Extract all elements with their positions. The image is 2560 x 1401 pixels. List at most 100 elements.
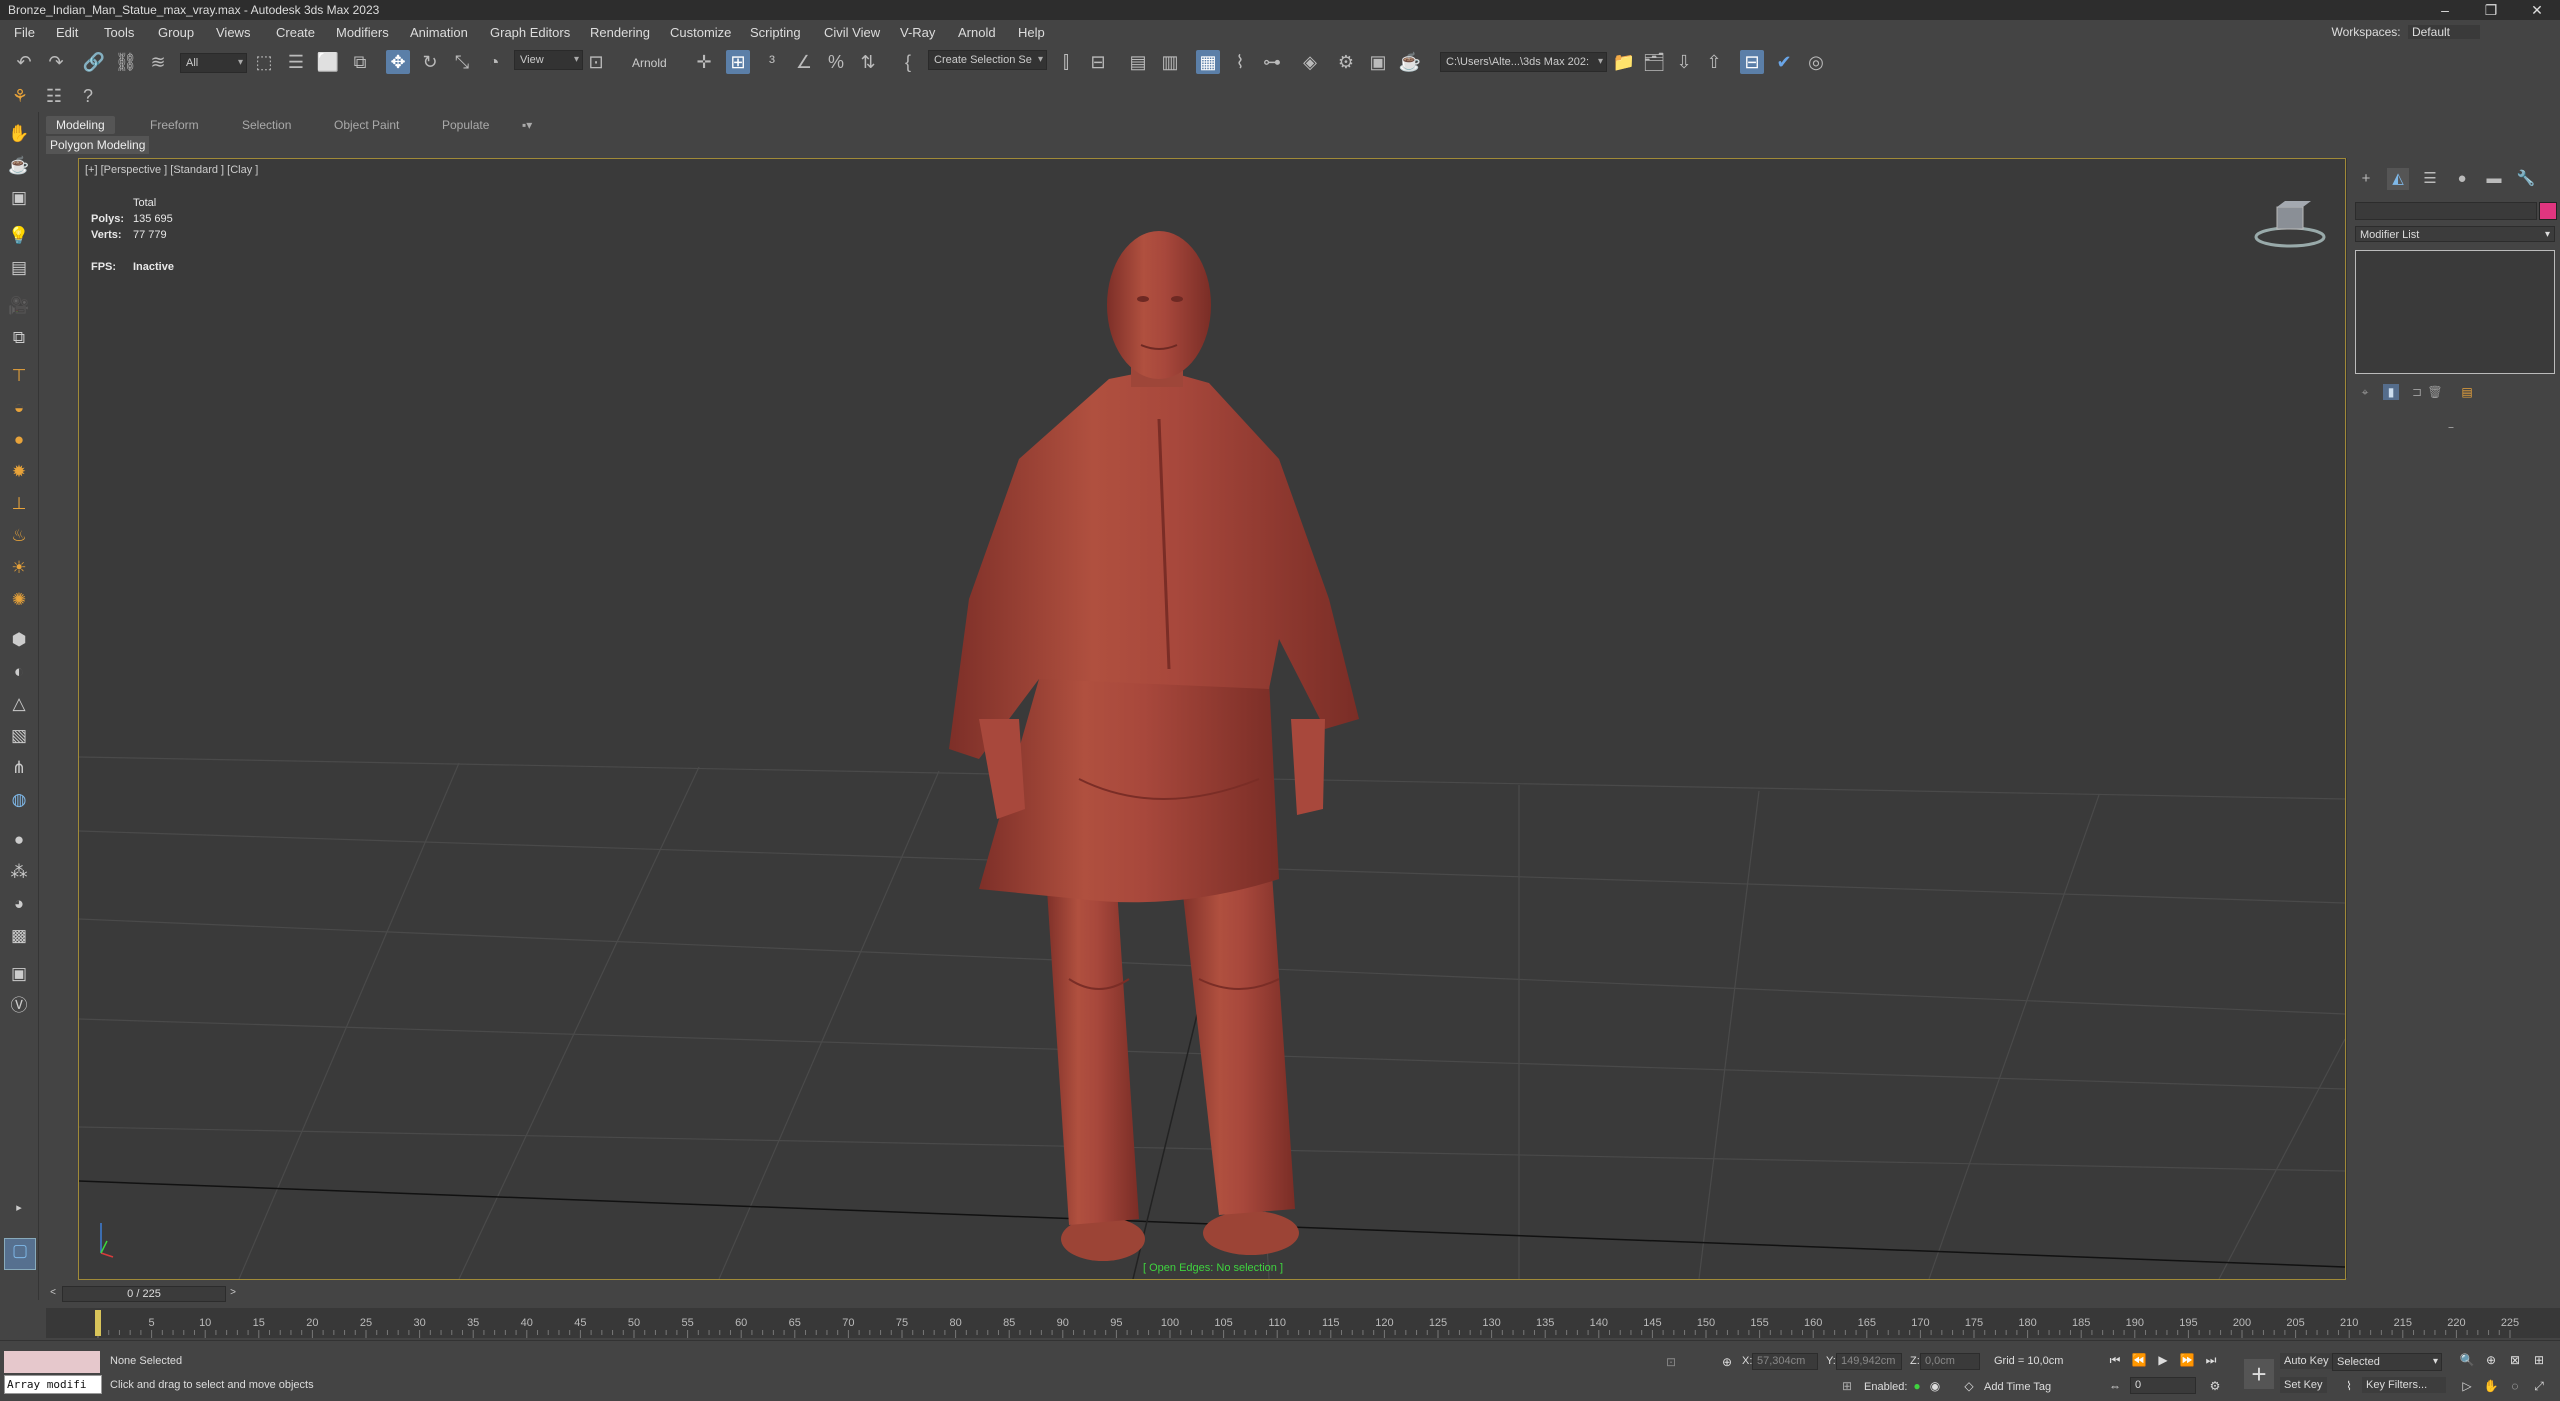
create-tab-icon[interactable]: + — [2355, 168, 2377, 190]
workspace-selector[interactable]: Workspaces: Default — [2331, 25, 2480, 39]
schematic-view-icon[interactable]: ⊶ — [1260, 50, 1284, 74]
named-selection-dropdown[interactable]: Create Selection Se — [928, 50, 1047, 70]
zoom-extents-all-icon[interactable]: ⊞ — [2530, 1351, 2548, 1369]
camera-icon[interactable]: 🎥 — [7, 294, 31, 318]
perspective-viewport[interactable]: [+] [Perspective ] [Standard ] [Clay ] T… — [78, 158, 2346, 1280]
spotlight-icon[interactable]: ⊤ — [7, 364, 31, 388]
configure-modifier-sets-icon[interactable]: ▤ — [2459, 384, 2475, 400]
modifier-stack[interactable] — [2355, 250, 2555, 374]
redo-icon[interactable]: ↷ — [44, 50, 68, 74]
render-icon[interactable]: ▣ — [7, 186, 31, 210]
motion-tab-icon[interactable]: ● — [2451, 168, 2473, 190]
time-slider-next-icon[interactable]: > — [226, 1286, 240, 1300]
key-filters-button[interactable]: Key Filters... — [2362, 1377, 2446, 1393]
modify-tab-icon[interactable]: ◭ — [2387, 168, 2409, 190]
statue-model[interactable] — [949, 231, 1359, 1261]
pin-stack-icon[interactable]: ⌖ — [2357, 384, 2373, 400]
zoom-all-icon[interactable]: ⊕ — [2482, 1351, 2500, 1369]
object-name-field[interactable] — [2355, 202, 2537, 220]
current-frame-field[interactable]: 0 — [2130, 1377, 2196, 1394]
menu-rendering[interactable]: Rendering — [590, 25, 650, 40]
menu-animation[interactable]: Animation — [410, 25, 468, 40]
selection-filter-dropdown[interactable]: All — [180, 53, 247, 73]
expand-viewport-layout-icon[interactable]: ▸ — [7, 1196, 31, 1220]
menu-file[interactable]: File — [14, 25, 35, 40]
track-ruler[interactable]: 0510152025303540455055606570758085909510… — [46, 1308, 2560, 1338]
z-coordinate-field[interactable]: 0,0cm — [1920, 1353, 1980, 1370]
palette-icon[interactable]: ◕ — [7, 892, 31, 916]
edit-named-selection-icon[interactable]: { — [896, 50, 920, 74]
material-editor-icon[interactable]: ◈ — [1298, 50, 1322, 74]
sphere-icon[interactable]: ● — [7, 828, 31, 852]
show-end-result-icon[interactable]: ▮ — [2383, 384, 2399, 400]
bind-space-warp-icon[interactable]: ≋ — [146, 50, 170, 74]
bulb-icon[interactable]: ♨ — [7, 524, 31, 548]
y-coordinate-field[interactable]: 149,942cm — [1836, 1353, 1902, 1370]
rectangular-selection-icon[interactable]: ⬜ — [316, 50, 340, 74]
tab-object-paint[interactable]: Object Paint — [324, 116, 409, 134]
toggle-scene-explorer-icon[interactable]: ▤ — [1126, 50, 1150, 74]
select-by-name-icon[interactable]: ☰ — [284, 50, 308, 74]
time-tag-icon[interactable]: ◇ — [1960, 1377, 1978, 1395]
reference-coord-dropdown[interactable]: View — [514, 50, 583, 70]
menu-graph-editors[interactable]: Graph Editors — [490, 25, 570, 40]
snaps-toggle-icon[interactable]: ³ — [760, 50, 784, 74]
decal-icon[interactable]: ◍ — [7, 788, 31, 812]
teapot-icon[interactable]: ☕ — [7, 154, 31, 178]
hierarchy-tab-icon[interactable]: ☰ — [2419, 168, 2441, 190]
sphere-light-icon[interactable]: ● — [7, 428, 31, 452]
close-icon[interactable]: ✕ — [2514, 0, 2560, 20]
scene-explorer-icon[interactable]: ☷ — [42, 84, 66, 108]
vray-logo-icon[interactable]: Ⓥ — [7, 994, 31, 1018]
menu-vray[interactable]: V-Ray — [900, 25, 935, 40]
fur-icon[interactable]: ⋔ — [7, 756, 31, 780]
menu-customize[interactable]: Customize — [670, 25, 731, 40]
adaptive-degradation-icon[interactable]: ⊞ — [1838, 1377, 1856, 1395]
maximize-viewport-icon[interactable]: ⤢ — [2530, 1377, 2548, 1395]
toggle-layer-explorer-icon[interactable]: ▥ — [1158, 50, 1182, 74]
zoom-icon[interactable]: 🔍 — [2458, 1351, 2476, 1369]
window-crossing-icon[interactable]: ⧉ — [348, 50, 372, 74]
select-and-scale-icon[interactable]: ⤡ — [450, 50, 474, 74]
measure-icon[interactable]: △ — [7, 692, 31, 716]
mirror-icon[interactable]: ⫿ — [1054, 50, 1078, 74]
enabled-toggle-icon[interactable]: ◉ — [1926, 1377, 1944, 1395]
clone-icon[interactable]: ⧉ — [7, 326, 31, 350]
next-frame-icon[interactable]: ⏩ — [2178, 1351, 2196, 1369]
pan-view-icon[interactable]: ✋ — [2482, 1377, 2500, 1395]
panel-divider[interactable]: ⎯ — [2443, 420, 2459, 436]
cube-icon[interactable]: ⬢ — [7, 628, 31, 652]
select-manipulate-icon[interactable]: ✛ — [692, 50, 716, 74]
ribbon-panel-polygon-modeling[interactable]: Polygon Modeling — [46, 136, 150, 154]
menu-scripting[interactable]: Scripting — [750, 25, 801, 40]
time-configuration-icon[interactable]: ⚙ — [2206, 1377, 2224, 1395]
tab-populate[interactable]: Populate — [432, 116, 499, 134]
previous-frame-icon[interactable]: ⏪ — [2130, 1351, 2148, 1369]
swatches-icon[interactable]: ⁂ — [7, 860, 31, 884]
display-tab-icon[interactable]: ▬ — [2483, 168, 2505, 190]
maxscript-output[interactable] — [4, 1351, 100, 1373]
light-icon[interactable]: 💡 — [7, 224, 31, 248]
menu-edit[interactable]: Edit — [56, 25, 78, 40]
snapshot-icon[interactable]: ▣ — [7, 962, 31, 986]
object-color-swatch[interactable] — [2539, 202, 2557, 220]
menu-help[interactable]: Help — [1018, 25, 1045, 40]
select-and-move-icon[interactable]: ✥ — [386, 50, 410, 74]
menu-views[interactable]: Views — [216, 25, 250, 40]
menu-civil-view[interactable]: Civil View — [824, 25, 880, 40]
modifier-list-dropdown[interactable]: Modifier List — [2355, 226, 2555, 243]
keyboard-shortcut-override-icon[interactable]: ⊞ — [726, 50, 750, 74]
open-file-icon[interactable]: 📁 — [1612, 50, 1636, 74]
menu-create[interactable]: Create — [276, 25, 315, 40]
maxscript-listener[interactable]: Array modifi — [4, 1351, 102, 1394]
auto-key-button[interactable]: Auto Key — [2280, 1353, 2333, 1369]
export-icon[interactable]: ⇧ — [1702, 50, 1726, 74]
vray-light-icon[interactable]: ◎ — [1804, 50, 1828, 74]
play-icon[interactable]: ▶ — [2154, 1351, 2172, 1369]
utilities-tab-icon[interactable]: 🔧 — [2515, 168, 2537, 190]
rendered-frame-window-icon[interactable]: ▣ — [1366, 50, 1390, 74]
project-folder-dropdown[interactable]: C:\Users\Alte...\3ds Max 202: — [1440, 52, 1607, 72]
render-setup-icon[interactable]: ⚙ — [1334, 50, 1358, 74]
tab-modeling[interactable]: Modeling — [46, 116, 115, 134]
make-unique-icon[interactable]: ⊐ — [2409, 384, 2425, 400]
